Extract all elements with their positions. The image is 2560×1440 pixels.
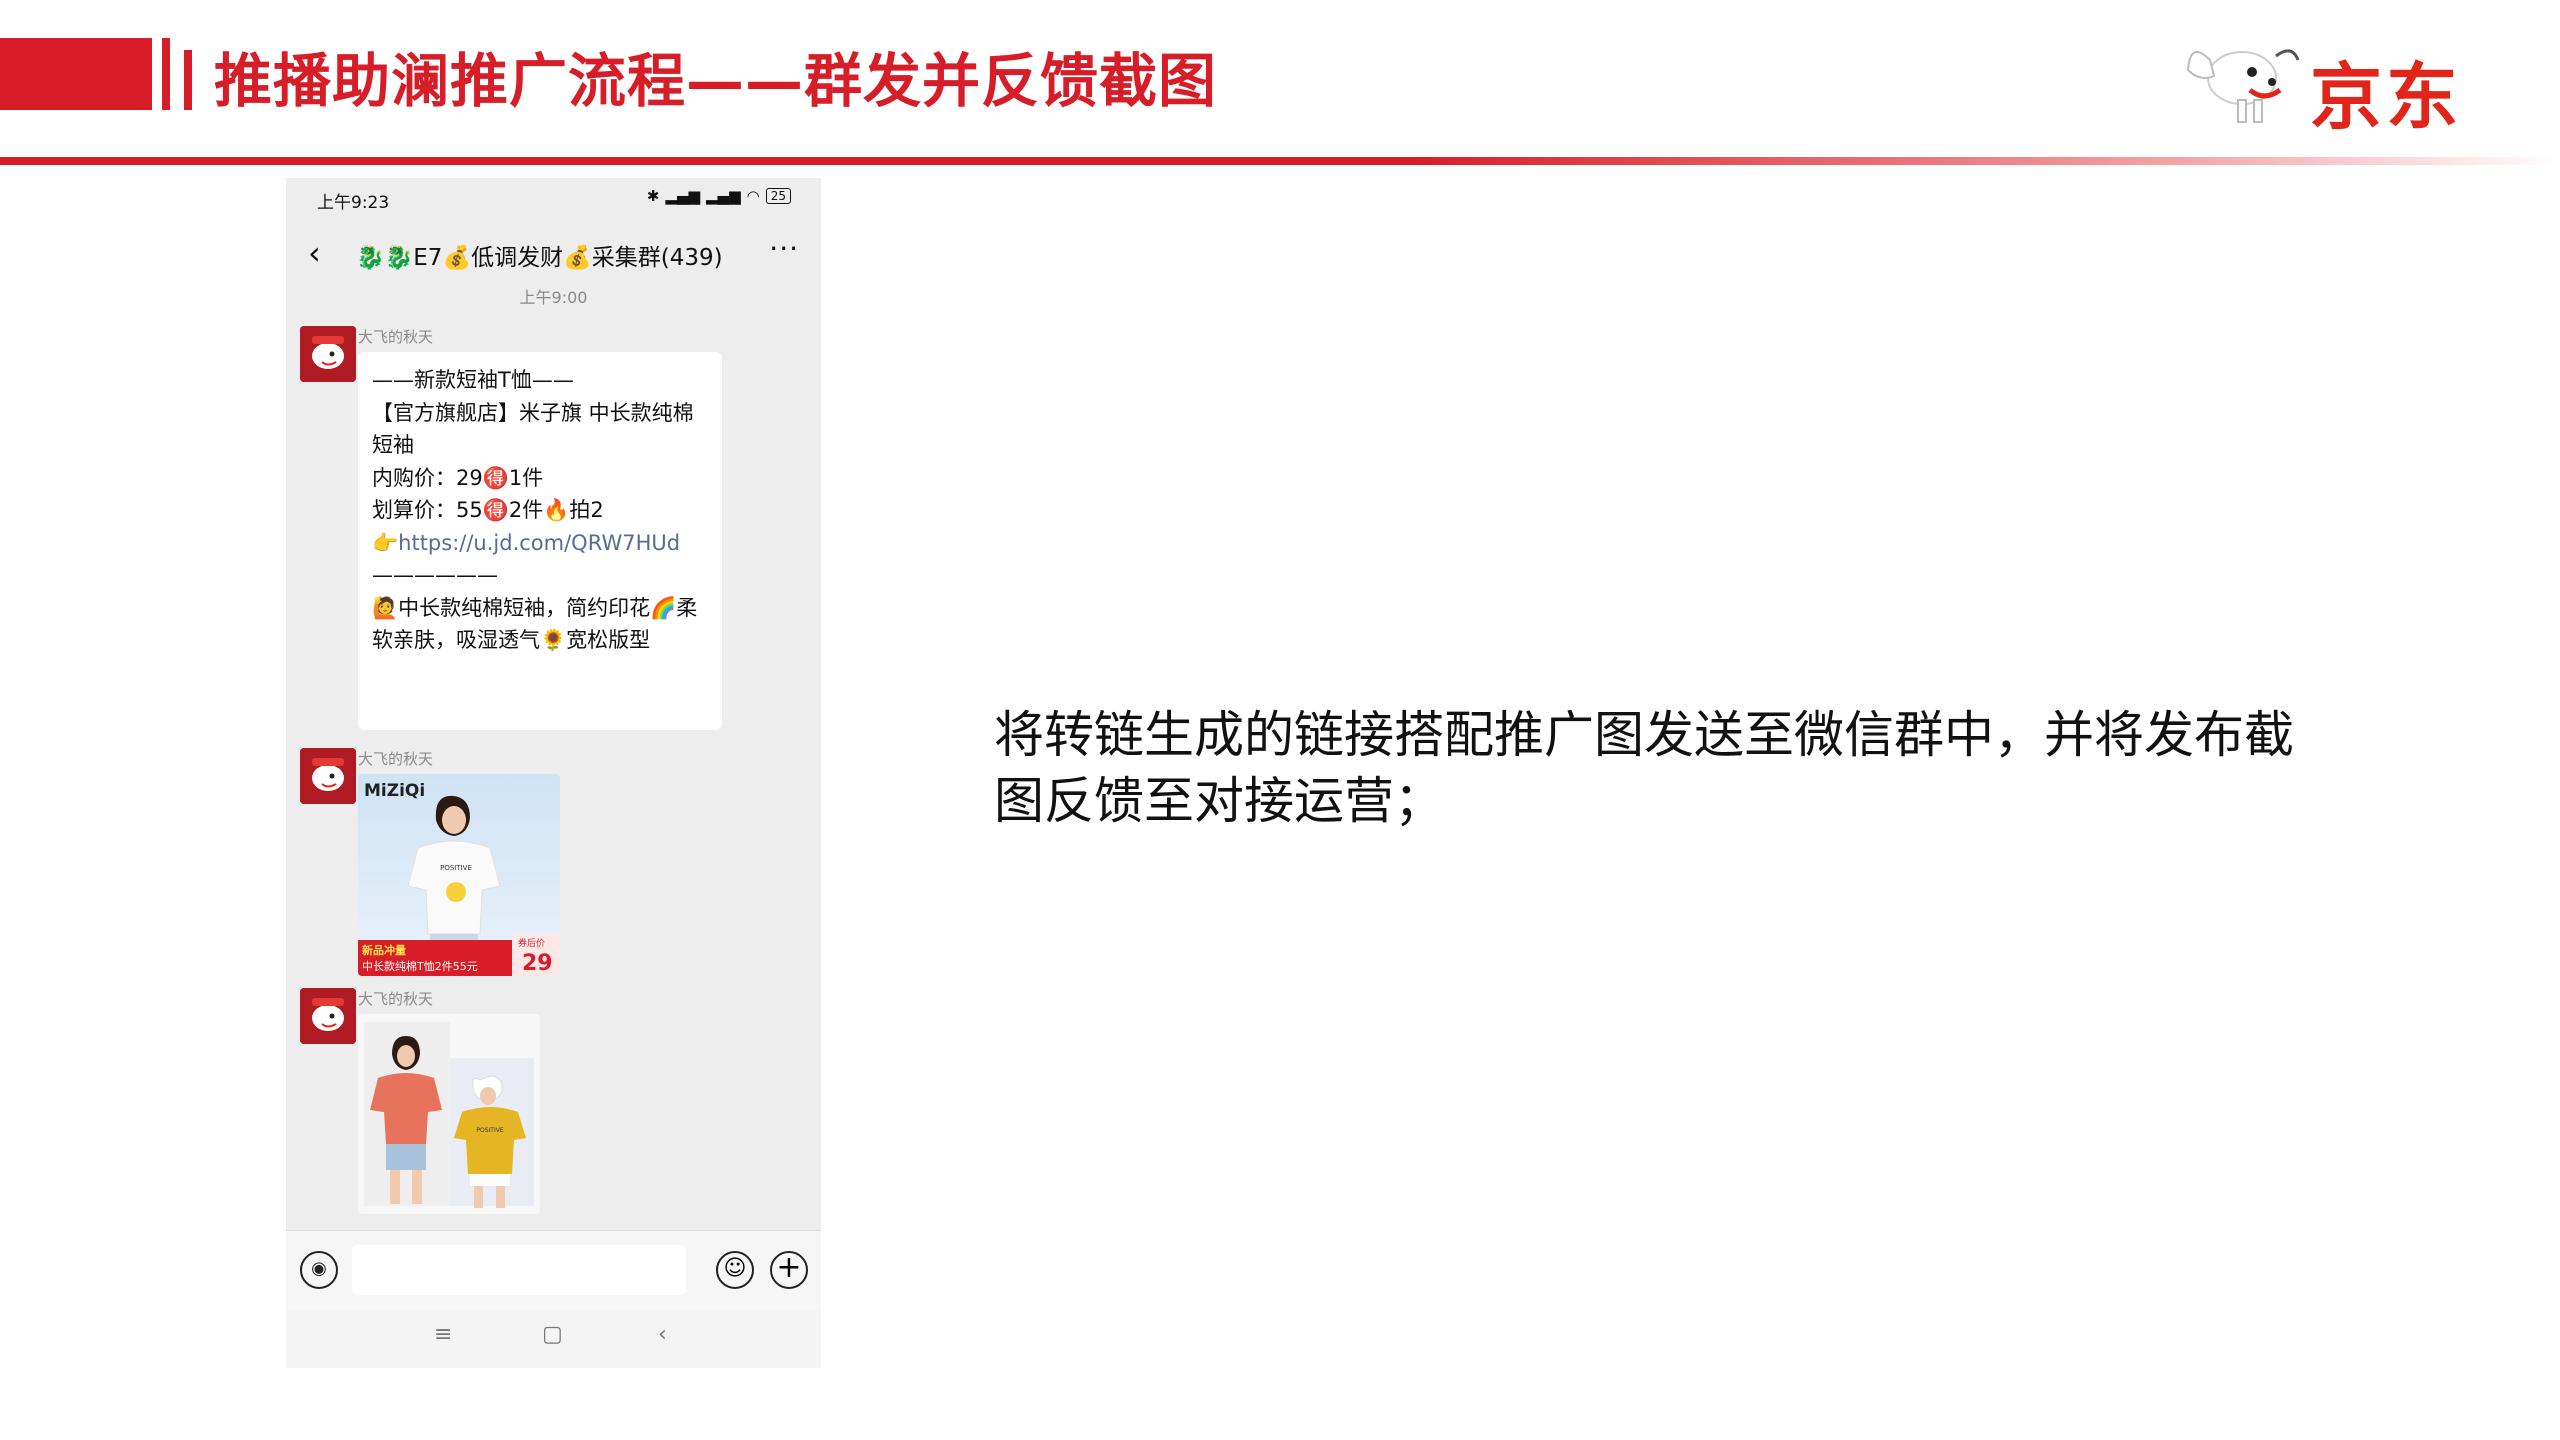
avatar[interactable] — [300, 326, 356, 382]
signal-icon: ▂▄▆ — [665, 187, 701, 205]
slide: 推播助澜推广流程——群发并反馈截图 京东 上午9:23 ✱ ▂▄▆ ▂▄▆ ◠ … — [0, 0, 2560, 1440]
chat-message: 大飞的秋天 POSITIVE — [300, 988, 800, 1218]
menu-icon[interactable]: ≡ — [434, 1322, 452, 1347]
product-photo-graphic: POSITIVE — [358, 1014, 540, 1214]
shirt-print-text: POSITIVE — [476, 1127, 503, 1134]
header-red-block — [0, 38, 152, 110]
promo-caption: 中长款纯棉T恤2件55元 — [362, 959, 478, 973]
status-bar: 上午9:23 ✱ ▂▄▆ ▂▄▆ ◠ 25 — [286, 178, 821, 218]
back-icon[interactable]: ‹ — [658, 1322, 667, 1347]
status-time: 上午9:23 — [317, 193, 390, 213]
product-photo[interactable]: POSITIVE — [358, 1014, 540, 1214]
back-chevron-icon[interactable]: ‹ — [308, 234, 321, 272]
emoji-icon[interactable]: ☺ — [716, 1251, 754, 1289]
wifi-icon: ◠ — [746, 187, 760, 205]
chat-navbar: ‹ 🐉🐉E7💰低调发财💰采集群(439) ··· — [286, 218, 821, 284]
avatar[interactable] — [300, 748, 356, 804]
header-divider — [0, 157, 2560, 165]
message-line: 划算价：55🉐2件🔥拍2 — [372, 498, 604, 522]
promo-tag: 新品冲量 — [362, 943, 406, 957]
avatar[interactable] — [300, 988, 356, 1044]
message-line: 【官方旗舰店】米子旗 中长款纯棉短袖 — [372, 400, 694, 458]
signal-icon: ▂▄▆ — [706, 187, 741, 205]
message-line: ——新款短袖T恤—— — [372, 368, 574, 392]
shirt-print-text: POSITIVE — [440, 864, 472, 872]
brand-label: MiZiQi — [364, 781, 425, 801]
sender-name: 大飞的秋天 — [358, 328, 434, 346]
battery-icon: 25 — [765, 188, 791, 204]
system-nav-bar: ≡ ▢ ‹ — [286, 1310, 821, 1368]
bluetooth-icon: ✱ — [646, 187, 660, 205]
status-icons: ✱ ▂▄▆ ▂▄▆ ◠ 25 — [647, 187, 791, 205]
voice-input-icon[interactable]: ◉ — [300, 1251, 338, 1289]
plus-icon[interactable]: + — [770, 1251, 808, 1289]
message-line: 内购价：29🉐1件 — [372, 465, 544, 490]
chat-message: 大飞的秋天 POSITIVE MiZiQi 新品冲量 中长款纯棉T恤2件55元 … — [300, 748, 800, 978]
slide-description: 将转链生成的链接搭配推广图发送至微信群中，并将发布截图反馈至对接运营； — [994, 706, 2294, 830]
header-red-bar — [162, 38, 170, 110]
chat-input-bar: ◉ ☺ + — [286, 1230, 821, 1310]
message-bubble[interactable]: ——新款短袖T恤—— 【官方旗舰店】米子旗 中长款纯棉短袖 内购价：29🉐1件 … — [358, 352, 722, 730]
product-link[interactable]: 👉https://u.jd.com/QRW7HUd — [372, 527, 708, 560]
promo-image-graphic: POSITIVE MiZiQi 新品冲量 中长款纯棉T恤2件55元 券后价 29 — [358, 774, 560, 976]
message-line: 🙋中长款纯棉短袖，简约印花🌈柔软亲肤，吸湿透气🌻宽松版型 — [372, 595, 698, 653]
slide-title: 推播助澜推广流程——群发并反馈截图 — [214, 47, 1218, 115]
message-divider: —————— — [372, 563, 498, 587]
wechat-chat-screenshot: 上午9:23 ✱ ▂▄▆ ▂▄▆ ◠ 25 ‹ 🐉🐉E7💰低调发财💰采集群(43… — [286, 178, 821, 1368]
jd-logo-text: 京东 — [2310, 55, 2463, 139]
sender-name: 大飞的秋天 — [358, 750, 434, 768]
price-label: 券后价 — [518, 937, 545, 949]
more-options-icon[interactable]: ··· — [769, 232, 799, 265]
jd-dog-avatar-icon — [300, 326, 356, 382]
jd-dog-avatar-icon — [300, 748, 356, 804]
jd-dog-avatar-icon — [300, 988, 356, 1044]
promo-price: 29 — [522, 951, 553, 976]
chat-title: 🐉🐉E7💰低调发财💰采集群(439) — [356, 245, 723, 271]
header-red-bar — [184, 50, 192, 110]
home-icon[interactable]: ▢ — [542, 1322, 563, 1347]
message-input[interactable] — [352, 1245, 686, 1295]
message-timestamp: 上午9:00 — [519, 288, 588, 307]
sender-name: 大飞的秋天 — [358, 990, 434, 1008]
chat-message: 大飞的秋天 ——新款短袖T恤—— 【官方旗舰店】米子旗 中长款纯棉短袖 内购价：… — [300, 326, 800, 746]
promo-image[interactable]: POSITIVE MiZiQi 新品冲量 中长款纯棉T恤2件55元 券后价 29 — [358, 774, 560, 976]
